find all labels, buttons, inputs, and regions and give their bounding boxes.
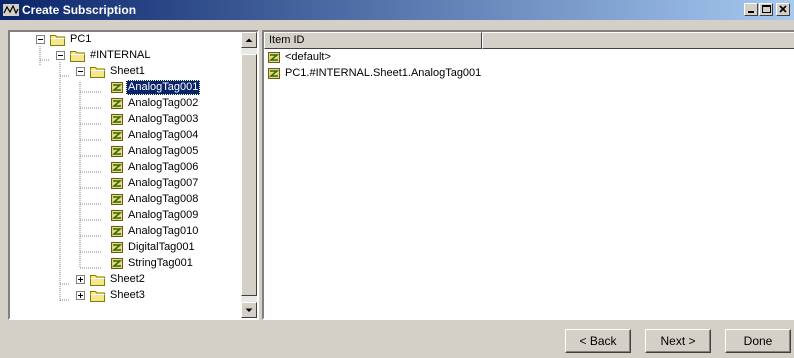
tree-node-tag[interactable]: AnalogTag001 — [10, 80, 238, 95]
scroll-down-button[interactable] — [241, 302, 257, 318]
close-icon — [779, 5, 787, 13]
tree-node-tag[interactable]: AnalogTag006 — [10, 160, 238, 175]
tag-icon — [111, 130, 123, 141]
done-button[interactable]: Done — [725, 329, 791, 353]
folder-icon — [90, 67, 105, 78]
column-header-blank[interactable] — [482, 32, 794, 49]
tree-node-tag[interactable]: StringTag001 — [10, 256, 238, 271]
tag-icon — [111, 82, 123, 93]
tag-label: AnalogTag003 — [128, 113, 199, 125]
maximize-button[interactable] — [759, 3, 773, 16]
tree-node-tag[interactable]: DigitalTag001 — [10, 240, 238, 255]
list-header: Item ID — [264, 32, 794, 49]
tag-label: AnalogTag006 — [128, 161, 199, 173]
tag-icon — [111, 178, 123, 189]
collapse-icon[interactable] — [56, 51, 65, 60]
folder-label: #INTERNAL — [90, 49, 151, 61]
tree-node-pc1[interactable]: PC1 — [10, 32, 238, 47]
tag-icon — [111, 226, 123, 237]
column-header-item-id[interactable]: Item ID — [264, 32, 482, 49]
tree-node-sheet2[interactable]: Sheet2 — [10, 272, 238, 287]
tag-icon — [268, 68, 280, 79]
tree-node-tag[interactable]: AnalogTag002 — [10, 96, 238, 111]
window-title: Create Subscription — [22, 3, 137, 17]
collapse-icon[interactable] — [76, 67, 85, 76]
tree-node-tag[interactable]: AnalogTag010 — [10, 224, 238, 239]
folder-icon — [90, 291, 105, 302]
tree-node-tag[interactable]: AnalogTag003 — [10, 112, 238, 127]
tag-tree[interactable]: PC1 #INTERNAL Sheet1 AnalogTag001 AnalogTag0… — [8, 30, 259, 320]
folder-icon — [90, 275, 105, 286]
tag-label: AnalogTag002 — [128, 97, 199, 109]
tag-icon — [111, 98, 123, 109]
tag-label: AnalogTag001 — [126, 80, 201, 95]
tree-node-tag[interactable]: AnalogTag008 — [10, 192, 238, 207]
folder-label: Sheet3 — [110, 289, 145, 301]
scroll-thumb[interactable] — [241, 54, 257, 296]
tag-icon — [111, 114, 123, 125]
tag-icon — [111, 242, 123, 253]
item-id-text: PC1.#INTERNAL.Sheet1.AnalogTag001 — [285, 67, 482, 79]
close-button[interactable] — [776, 3, 790, 16]
tag-label: StringTag001 — [128, 257, 193, 269]
expand-icon[interactable] — [76, 275, 85, 284]
tag-label: AnalogTag007 — [128, 177, 199, 189]
minimize-icon — [748, 11, 754, 13]
tag-label: AnalogTag009 — [128, 209, 199, 221]
folder-label: Sheet2 — [110, 273, 145, 285]
tag-icon — [111, 258, 123, 269]
scroll-up-button[interactable] — [241, 32, 257, 48]
subscription-item-list[interactable]: Item ID <default> PC1.#INTERNAL.Sheet1.An… — [262, 30, 794, 320]
tree-node-sheet3[interactable]: Sheet3 — [10, 288, 238, 303]
tag-label: AnalogTag004 — [128, 129, 199, 141]
folder-label: PC1 — [70, 33, 92, 45]
app-icon — [3, 4, 19, 16]
folder-label: Sheet1 — [110, 65, 145, 77]
arrow-down-icon — [245, 308, 253, 312]
tree-node-internal[interactable]: #INTERNAL — [10, 48, 238, 63]
title-bar[interactable]: Create Subscription — [0, 0, 794, 20]
tag-icon — [111, 146, 123, 157]
expand-icon[interactable] — [76, 291, 85, 300]
tag-icon — [268, 52, 280, 63]
tree-scrollbar[interactable] — [241, 32, 257, 318]
arrow-up-icon — [245, 38, 253, 42]
back-button[interactable]: < Back — [565, 329, 631, 353]
maximize-icon — [762, 5, 771, 13]
next-button[interactable]: Next > — [645, 329, 711, 353]
folder-icon — [70, 51, 85, 62]
tag-label: DigitalTag001 — [128, 241, 195, 253]
tag-label: AnalogTag010 — [128, 225, 199, 237]
tag-icon — [111, 194, 123, 205]
tree-node-sheet1[interactable]: Sheet1 — [10, 64, 238, 79]
tree-node-tag[interactable]: AnalogTag007 — [10, 176, 238, 191]
tag-icon — [111, 162, 123, 173]
tag-label: AnalogTag005 — [128, 145, 199, 157]
folder-icon — [50, 35, 65, 46]
tree-node-tag[interactable]: AnalogTag009 — [10, 208, 238, 223]
tag-icon — [111, 210, 123, 221]
item-id-text: <default> — [285, 51, 331, 63]
tag-label: AnalogTag008 — [128, 193, 199, 205]
tree-node-tag[interactable]: AnalogTag005 — [10, 144, 238, 159]
minimize-button[interactable] — [744, 3, 758, 16]
collapse-icon[interactable] — [36, 35, 45, 44]
tree-node-tag[interactable]: AnalogTag004 — [10, 128, 238, 143]
